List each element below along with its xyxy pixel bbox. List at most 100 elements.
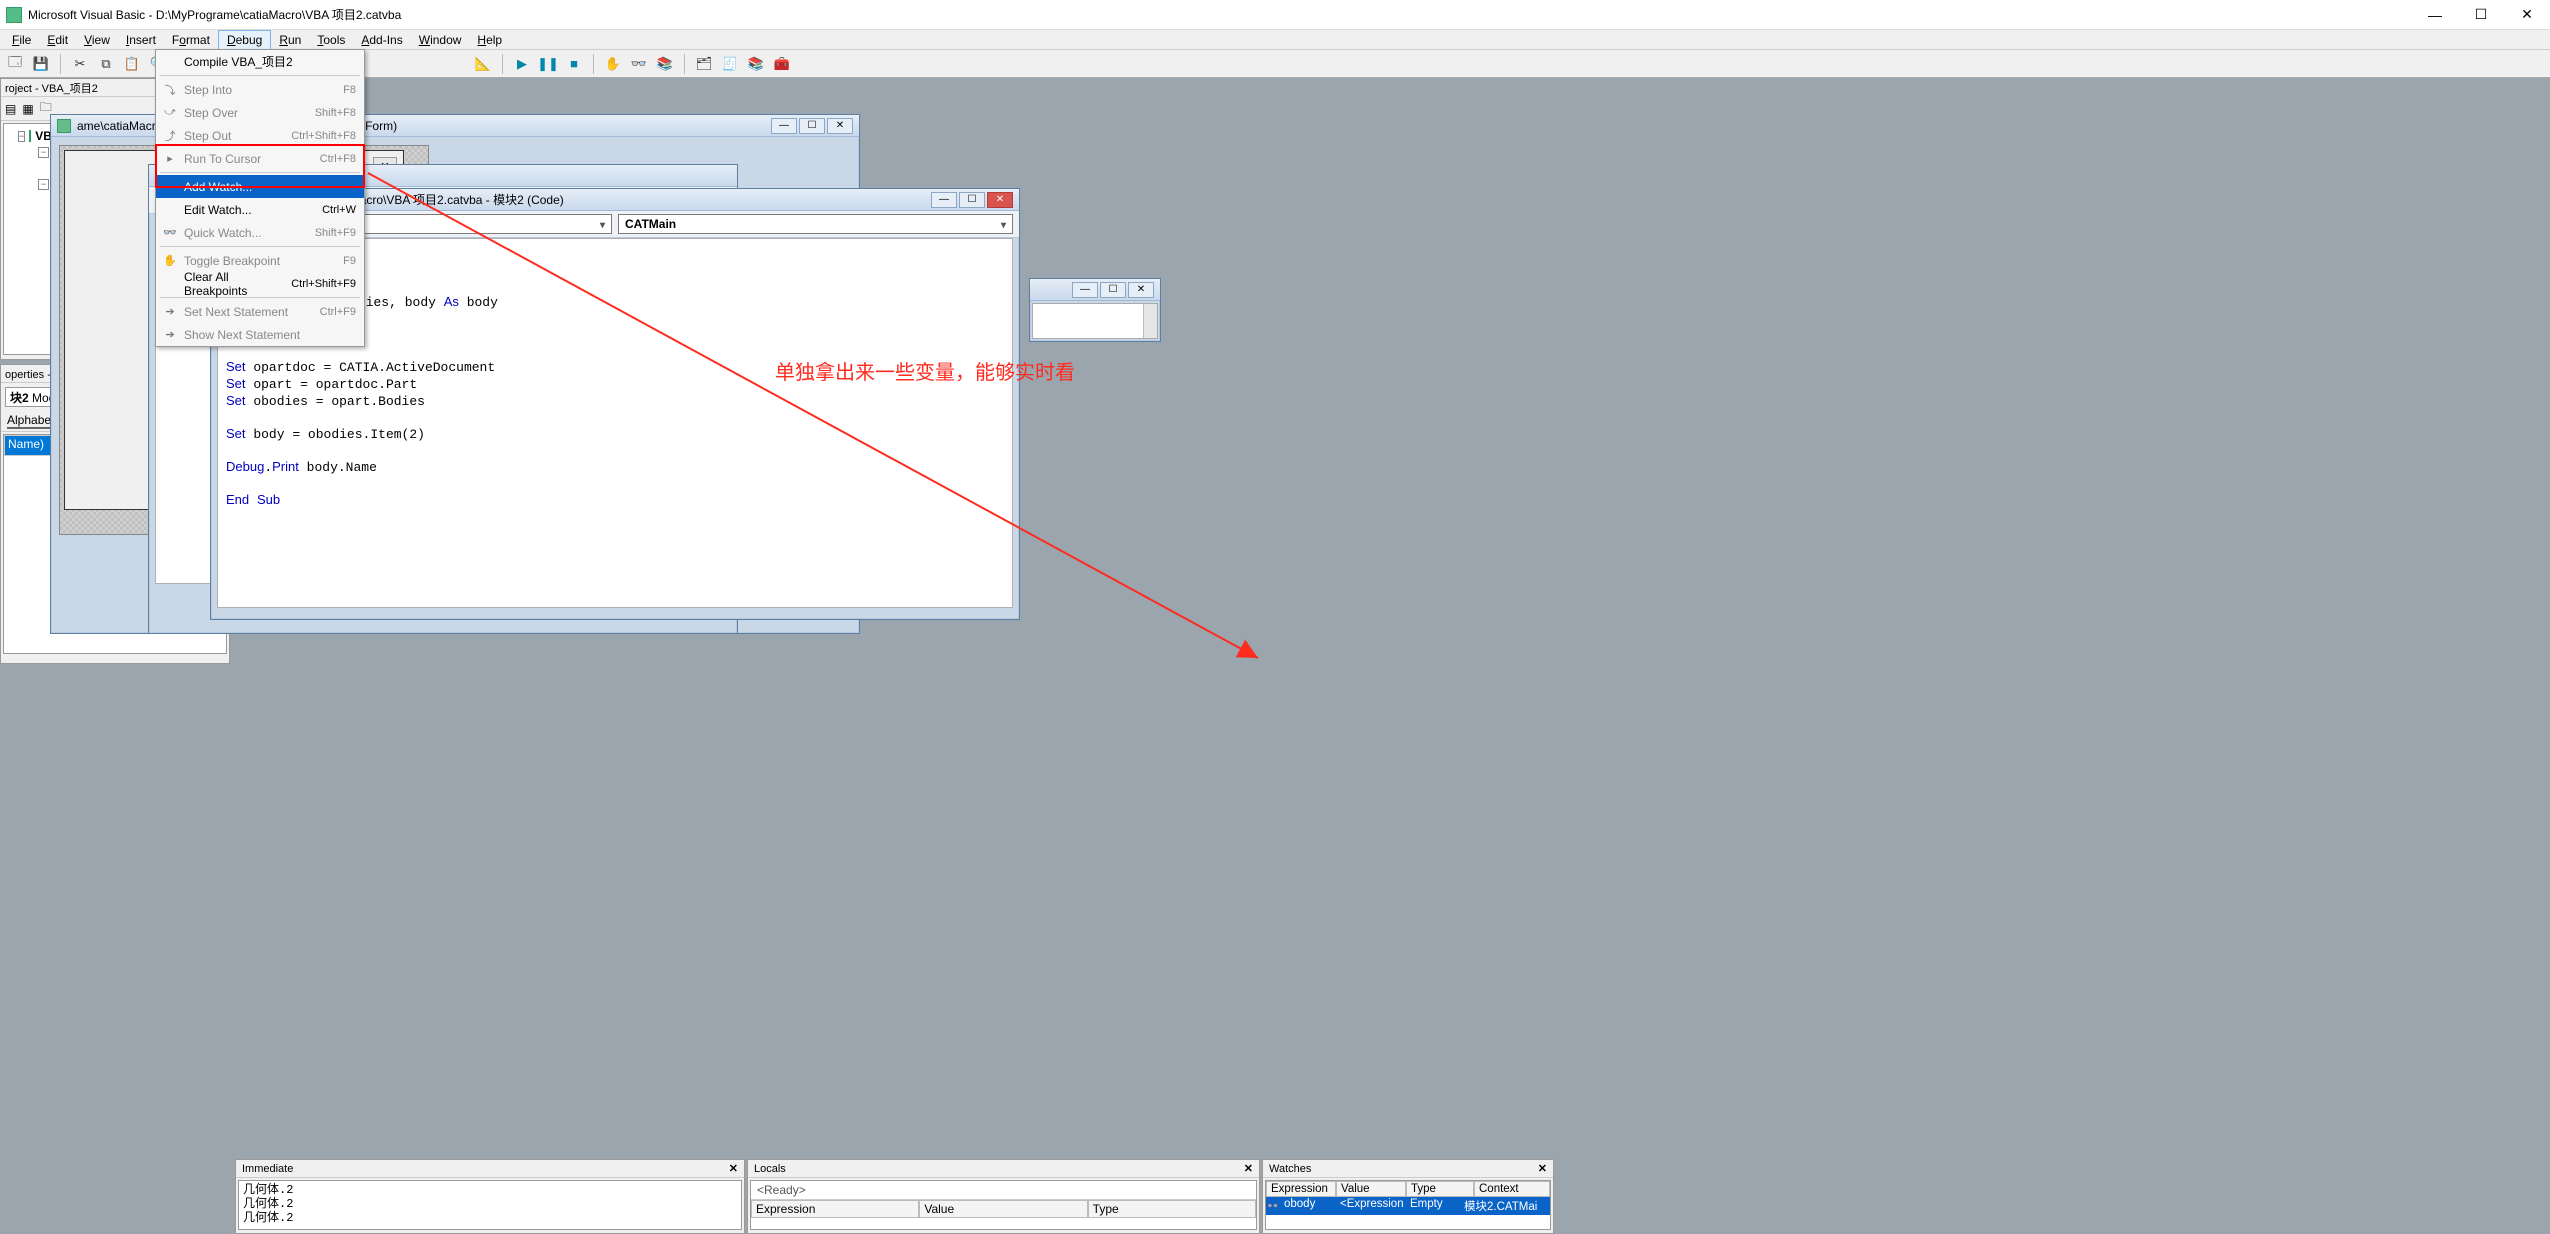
design-mode-icon[interactable]: 📐 [472, 53, 494, 75]
maximize-button[interactable]: ☐ [799, 118, 825, 134]
debug-run-to-cursor[interactable]: ▸Run To CursorCtrl+F8 [156, 147, 364, 170]
menu-view[interactable]: View [76, 31, 118, 49]
debug-compile[interactable]: Compile VBA_项目2 [156, 50, 364, 73]
copy-icon[interactable]: ⧉ [95, 53, 117, 75]
immediate-title: Immediate✕ [236, 1160, 744, 1178]
menu-tools[interactable]: Tools [309, 31, 353, 49]
menu-debug[interactable]: Debug [218, 30, 271, 50]
watch-value: <Expression r [1336, 1197, 1406, 1215]
menu-separator [160, 75, 360, 76]
close-icon[interactable]: ✕ [729, 1162, 738, 1175]
close-button[interactable]: ✕ [1128, 282, 1154, 298]
close-icon[interactable]: ✕ [1538, 1162, 1547, 1175]
menu-run[interactable]: Run [271, 31, 309, 49]
project-explorer-icon[interactable]: 🗂 [693, 53, 715, 75]
watches-window: Watches✕ Expression Value Type Context 👓… [1262, 1159, 1554, 1234]
save-icon[interactable]: 💾 [30, 53, 52, 75]
scrollbar[interactable] [1143, 304, 1157, 338]
watch-row[interactable]: 👓 obody <Expression r Empty 模块2.CATMai [1266, 1197, 1550, 1215]
cut-icon[interactable]: ✂ [69, 53, 91, 75]
debug-dropdown: Compile VBA_项目2 ⤵Step IntoF8 ⤻Step OverS… [155, 49, 365, 347]
debug-show-next[interactable]: ➔Show Next Statement [156, 323, 364, 346]
immediate-body[interactable]: 几何体.2 几何体.2 几何体.2 [238, 1180, 742, 1230]
chevron-down-icon [1001, 217, 1006, 231]
app-icon [6, 7, 22, 23]
toolbar: 🗔 💾 ✂ ⧉ 📋 🔍 ↶ ↷ 📐 ▶ ❚❚ ■ ✋ 👓 📚 🗂 🧾 📚 🧰 [0, 50, 2550, 78]
maximize-button[interactable]: ☐ [2458, 0, 2504, 30]
menu-separator [160, 172, 360, 173]
close-button[interactable]: ✕ [987, 192, 1013, 208]
menu-edit[interactable]: Edit [39, 31, 76, 49]
locals-title: Locals✕ [748, 1160, 1259, 1178]
menu-addins[interactable]: Add-Ins [353, 31, 410, 49]
step-over-icon: ⤻ [162, 105, 178, 121]
annotation-text: 单独拿出来一些变量，能够实时看 [775, 356, 1075, 385]
maximize-button[interactable]: ☐ [959, 192, 985, 208]
locals-window: Locals✕ <Ready> Expression Value Type [747, 1159, 1260, 1234]
toolbar-separator [593, 54, 594, 74]
locals-context: <Ready> [751, 1181, 1256, 1200]
minimize-button[interactable]: — [771, 118, 797, 134]
toolbox-icon[interactable]: 🧰 [771, 53, 793, 75]
debug-clear-breakpoints[interactable]: Clear All BreakpointsCtrl+Shift+F9 [156, 272, 364, 295]
watches-title: Watches✕ [1263, 1160, 1553, 1178]
toolbar-separator [60, 54, 61, 74]
properties-icon[interactable]: 🧾 [719, 53, 741, 75]
watches-col-value[interactable]: Value [1336, 1181, 1406, 1197]
watch-context: 模块2.CATMai [1460, 1197, 1550, 1215]
locals-col-expression[interactable]: Expression [751, 1200, 919, 1218]
chevron-down-icon [600, 217, 605, 231]
debug-quick-watch[interactable]: 👓Quick Watch...Shift+F9 [156, 221, 364, 244]
call-stack-icon[interactable]: 📚 [654, 53, 676, 75]
debug-step-over[interactable]: ⤻Step OverShift+F8 [156, 101, 364, 124]
toggle-breakpoint-icon[interactable]: ✋ [602, 53, 624, 75]
debug-step-into[interactable]: ⤵Step IntoF8 [156, 78, 364, 101]
close-button[interactable]: ✕ [2504, 0, 2550, 30]
watch-expression: obody [1280, 1197, 1336, 1215]
watches-body: Expression Value Type Context 👓 obody <E… [1265, 1180, 1551, 1230]
view-code-icon[interactable]: ▤ [5, 102, 16, 116]
menu-help[interactable]: Help [469, 31, 510, 49]
mdi-area: Compile VBA_项目2 ⤵Step IntoF8 ⤻Step OverS… [0, 78, 2550, 1234]
procedure-combo[interactable]: CATMain [618, 214, 1013, 234]
locals-col-type[interactable]: Type [1088, 1200, 1256, 1218]
locals-body: <Ready> Expression Value Type [750, 1180, 1257, 1230]
debug-set-next[interactable]: ➔Set Next StatementCtrl+F9 [156, 300, 364, 323]
break-icon[interactable]: ❚❚ [537, 53, 559, 75]
blank-window-title[interactable]: — ☐ ✕ [1030, 279, 1160, 301]
run-icon[interactable]: ▶ [511, 53, 533, 75]
close-button[interactable]: ✕ [827, 118, 853, 134]
breakpoint-icon: ✋ [162, 253, 178, 269]
show-next-icon: ➔ [162, 327, 178, 343]
quick-watch-icon[interactable]: 👓 [628, 53, 650, 75]
toolbar-separator [502, 54, 503, 74]
immediate-window: Immediate✕ 几何体.2 几何体.2 几何体.2 [235, 1159, 745, 1234]
toolbar-separator [684, 54, 685, 74]
title-bar: Microsoft Visual Basic - D:\MyPrograme\c… [0, 0, 2550, 30]
menu-file[interactable]: File [4, 31, 39, 49]
maximize-button[interactable]: ☐ [1100, 282, 1126, 298]
run-to-cursor-icon: ▸ [162, 151, 178, 167]
menu-window[interactable]: Window [411, 31, 470, 49]
watches-col-type[interactable]: Type [1406, 1181, 1474, 1197]
menu-format[interactable]: Format [164, 31, 218, 49]
view-code-icon[interactable]: 🗔 [4, 53, 26, 75]
set-next-icon: ➔ [162, 304, 178, 320]
object-browser-icon[interactable]: 📚 [745, 53, 767, 75]
reset-icon[interactable]: ■ [563, 53, 585, 75]
window-controls: — ☐ ✕ [2412, 0, 2550, 30]
locals-col-value[interactable]: Value [919, 1200, 1087, 1218]
close-icon[interactable]: ✕ [1244, 1162, 1253, 1175]
minimize-button[interactable]: — [2412, 0, 2458, 30]
debug-add-watch[interactable]: Add Watch... [156, 175, 364, 198]
minimize-button[interactable]: — [1072, 282, 1098, 298]
watches-col-expression[interactable]: Expression [1266, 1181, 1336, 1197]
debug-edit-watch[interactable]: Edit Watch...Ctrl+W [156, 198, 364, 221]
paste-icon[interactable]: 📋 [121, 53, 143, 75]
debug-step-out[interactable]: ⤴Step OutCtrl+Shift+F8 [156, 124, 364, 147]
minimize-button[interactable]: — [931, 192, 957, 208]
menu-insert[interactable]: Insert [118, 31, 164, 49]
watches-col-context[interactable]: Context [1474, 1181, 1550, 1197]
blank-window[interactable]: — ☐ ✕ [1029, 278, 1161, 342]
view-object-icon[interactable]: ▦ [22, 102, 33, 116]
